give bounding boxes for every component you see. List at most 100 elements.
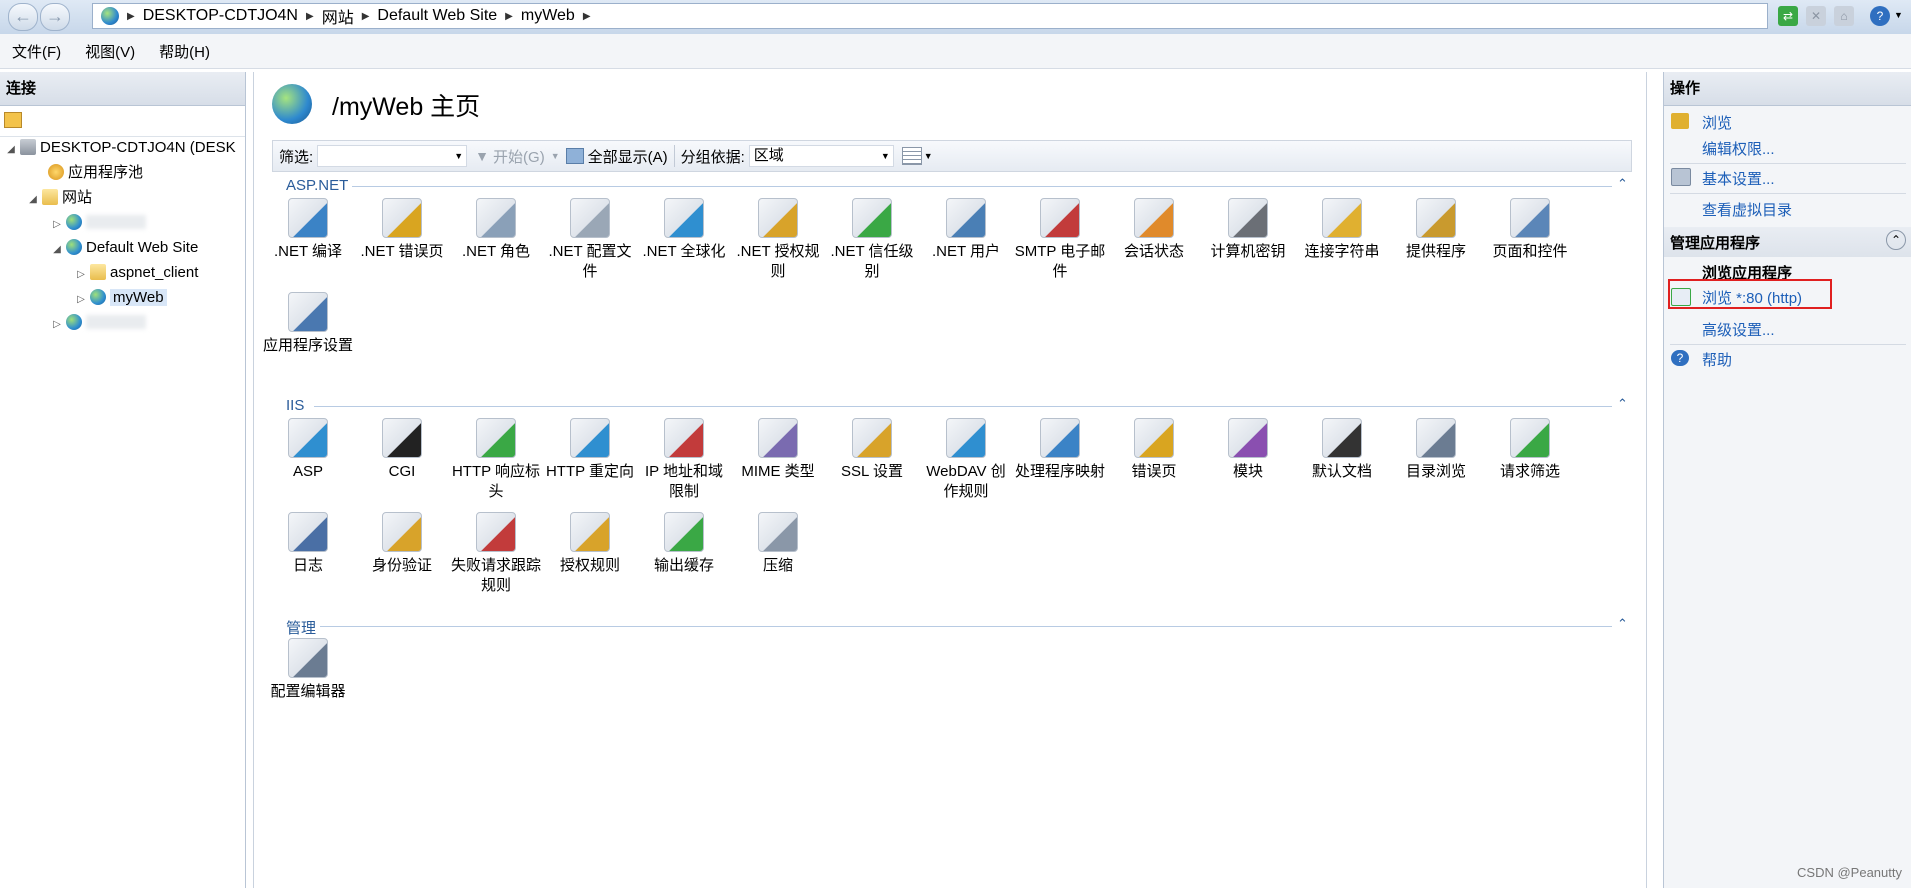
group-by-select[interactable]: 区域 ▼: [748, 145, 894, 167]
feature-providers[interactable]: 提供程序: [1390, 198, 1482, 262]
feature-ssl-settings[interactable]: SSL 设置: [826, 418, 918, 482]
breadcrumb-sites[interactable]: 网站: [322, 4, 354, 28]
breadcrumb-myweb[interactable]: myWeb: [521, 7, 575, 25]
stop-icon[interactable]: ✕: [1806, 6, 1826, 26]
feature-app-settings[interactable]: 应用程序设置: [262, 292, 354, 356]
feature-error-pages[interactable]: 错误页: [1108, 418, 1200, 482]
tree-node-site-hidden-2[interactable]: ▷: [50, 311, 146, 335]
help-icon: ?: [1671, 350, 1689, 366]
feature-authentication[interactable]: 身份验证: [356, 512, 448, 576]
collapse-icon[interactable]: ◢: [26, 188, 40, 212]
tree-node-myweb[interactable]: ▷ myWeb: [74, 286, 167, 310]
feature-net-profile[interactable]: .NET 配置文件: [544, 198, 636, 282]
breadcrumb[interactable]: ▶ DESKTOP-CDTJO4N ▶ 网站 ▶ Default Web Sit…: [92, 3, 1768, 29]
feature-net-roles[interactable]: .NET 角色: [450, 198, 542, 262]
action-browse[interactable]: 浏览: [1702, 112, 1732, 133]
feature-machine-key[interactable]: 计算机密钥: [1202, 198, 1294, 262]
feature-compression[interactable]: 压缩: [732, 512, 824, 576]
group-header-aspnet[interactable]: ASP.NET: [286, 177, 348, 194]
show-all-icon: [565, 148, 584, 164]
group-header-management[interactable]: 管理: [286, 617, 316, 638]
feature-smtp-email[interactable]: SMTP 电子邮件: [1014, 198, 1106, 282]
breadcrumb-arrow-icon: ▶: [361, 10, 370, 22]
filter-input[interactable]: ▼: [317, 145, 468, 167]
menu-view[interactable]: 视图(V): [85, 41, 135, 62]
menu-help[interactable]: 帮助(H): [159, 41, 210, 62]
feature-output-caching[interactable]: 输出缓存: [638, 512, 730, 576]
expand-icon[interactable]: ▷: [74, 288, 88, 312]
forward-button[interactable]: →: [40, 3, 70, 31]
feature-label: .NET 全球化: [642, 243, 726, 260]
feature-configuration-editor[interactable]: 配置编辑器: [262, 638, 354, 702]
feature-cgi[interactable]: CGI: [356, 418, 448, 482]
breadcrumb-server[interactable]: DESKTOP-CDTJO4N: [143, 7, 298, 25]
feature-default-document[interactable]: 默认文档: [1296, 418, 1388, 482]
feature-request-filtering[interactable]: 请求筛选: [1484, 418, 1576, 482]
feature-failed-request-tracing[interactable]: 失败请求跟踪规则: [450, 512, 542, 596]
collapse-group-icon[interactable]: ⌃: [1617, 176, 1628, 192]
tree-node-server[interactable]: ◢ DESKTOP-CDTJO4N (DESK: [4, 136, 236, 160]
feature-net-error-page[interactable]: .NET 错误页: [356, 198, 448, 262]
action-advanced-settings[interactable]: 高级设置...: [1702, 319, 1775, 340]
feature-net-globalization[interactable]: .NET 全球化: [638, 198, 730, 262]
feature-connection-strings[interactable]: 连接字符串: [1296, 198, 1388, 262]
feature-http-headers[interactable]: HTTP 响应标头: [450, 418, 542, 502]
expand-icon[interactable]: ▷: [50, 213, 64, 237]
tree-node-aspnet-client[interactable]: ▷ aspnet_client: [74, 261, 198, 285]
feature-logging[interactable]: 日志: [262, 512, 354, 576]
machine-key-icon: [1228, 198, 1268, 238]
feature-session-state[interactable]: 会话状态: [1108, 198, 1200, 262]
breadcrumb-default-site[interactable]: Default Web Site: [377, 7, 497, 25]
action-help[interactable]: 帮助: [1702, 349, 1732, 370]
help-icon[interactable]: ?: [1870, 6, 1890, 26]
globe-icon: [66, 214, 82, 230]
show-all-button[interactable]: 全部显示(A): [588, 146, 668, 167]
feature-webdav[interactable]: WebDAV 创作规则: [920, 418, 1012, 502]
expand-icon[interactable]: ▷: [74, 263, 88, 287]
help-dropdown-icon[interactable]: ▼: [1894, 10, 1903, 20]
net-globalization-icon: [664, 198, 704, 238]
connect-icon[interactable]: [4, 112, 22, 128]
collapse-section-icon[interactable]: ⌃: [1886, 230, 1906, 250]
chevron-down-icon[interactable]: ▼: [924, 151, 933, 161]
feature-http-redirect[interactable]: HTTP 重定向: [544, 418, 636, 482]
feature-net-authz[interactable]: .NET 授权规则: [732, 198, 824, 282]
back-button[interactable]: ←: [8, 3, 38, 31]
watermark: CSDN @Peanutty: [1797, 865, 1902, 880]
feature-pages-controls[interactable]: 页面和控件: [1484, 198, 1576, 262]
tree-node-sites[interactable]: ◢ 网站: [26, 186, 92, 210]
providers-icon: [1416, 198, 1456, 238]
modules-icon: [1228, 418, 1268, 458]
menu-file[interactable]: 文件(F): [12, 41, 61, 62]
feature-label: .NET 编译: [273, 243, 343, 260]
home-icon[interactable]: ⌂: [1834, 6, 1854, 26]
feature-net-users[interactable]: .NET 用户: [920, 198, 1012, 262]
feature-net-trust[interactable]: .NET 信任级别: [826, 198, 918, 282]
collapse-group-icon[interactable]: ⌃: [1617, 396, 1628, 412]
collapse-icon[interactable]: ◢: [4, 138, 18, 162]
feature-asp[interactable]: ASP: [262, 418, 354, 482]
tree-node-app-pools[interactable]: 应用程序池: [32, 161, 143, 185]
tree-node-default-site[interactable]: ◢ Default Web Site: [50, 236, 198, 260]
collapse-group-icon[interactable]: ⌃: [1617, 616, 1628, 632]
filter-go-button[interactable]: 开始(G): [493, 146, 545, 167]
feature-net-compile[interactable]: .NET 编译: [262, 198, 354, 262]
action-basic-settings[interactable]: 基本设置...: [1702, 168, 1775, 189]
action-view-virtual-dirs[interactable]: 查看虚拟目录: [1702, 199, 1792, 220]
group-header-iis[interactable]: IIS: [286, 397, 304, 414]
refresh-icon[interactable]: ⇄: [1778, 6, 1798, 26]
expand-icon[interactable]: ▷: [50, 313, 64, 337]
feature-directory-browsing[interactable]: 目录浏览: [1390, 418, 1482, 482]
feature-handler-mappings[interactable]: 处理程序映射: [1014, 418, 1106, 482]
action-edit-permissions[interactable]: 编辑权限...: [1702, 138, 1775, 159]
authorization-rules-icon: [570, 512, 610, 552]
view-mode-icon[interactable]: [901, 147, 922, 165]
feature-modules[interactable]: 模块: [1202, 418, 1294, 482]
feature-mime-types[interactable]: MIME 类型: [732, 418, 824, 482]
feature-authorization-rules[interactable]: 授权规则: [544, 512, 636, 576]
feature-ip-restrictions[interactable]: IP 地址和域限制: [638, 418, 730, 502]
tree-node-site-hidden[interactable]: ▷: [50, 211, 146, 235]
feature-label: 模块: [1232, 463, 1263, 480]
chevron-down-icon: ▼: [880, 151, 890, 161]
collapse-icon[interactable]: ◢: [50, 238, 64, 262]
